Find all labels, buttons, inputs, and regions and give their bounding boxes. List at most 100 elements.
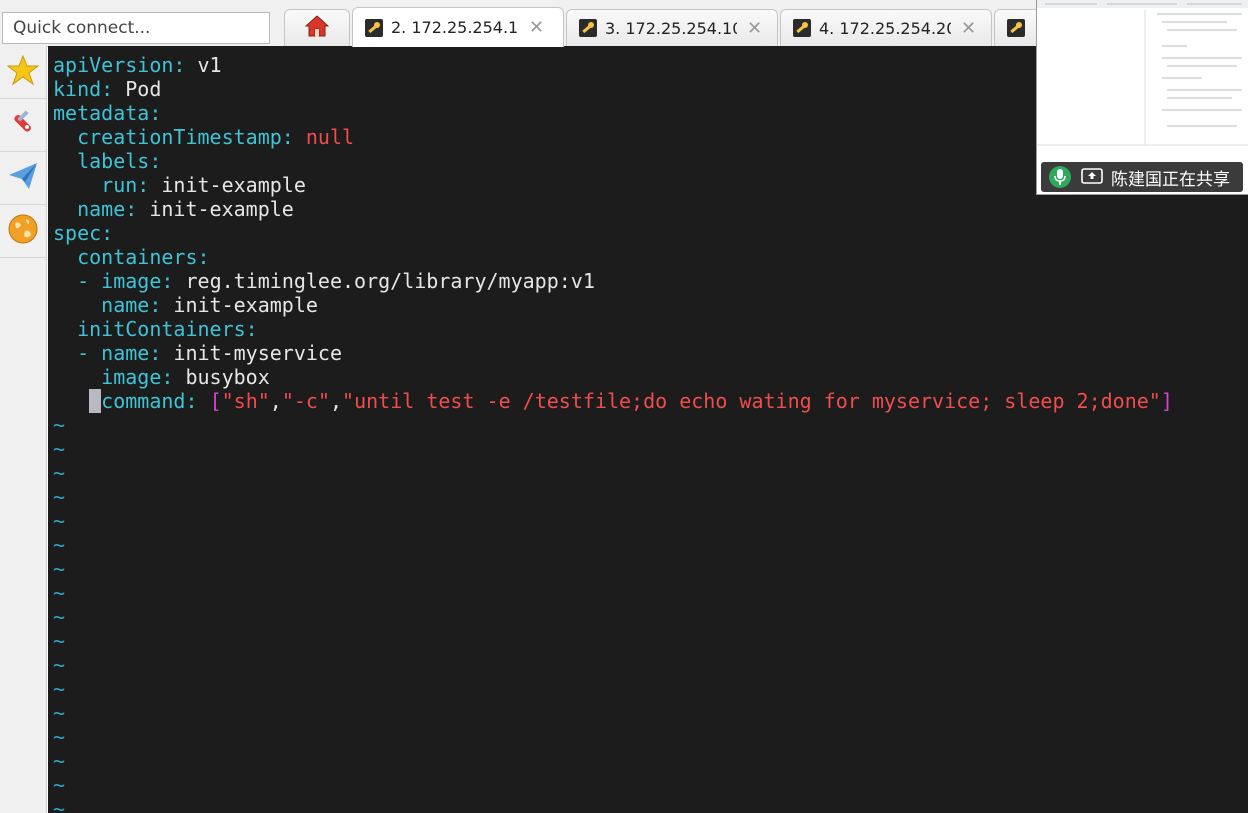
- text-cursor: [89, 389, 102, 413]
- code-token: busybox: [185, 365, 270, 389]
- tab-label: 2. 172.25.254.100: [391, 18, 519, 37]
- code-token: init-example: [161, 173, 306, 197]
- code-token: "until test -e /testfile;do echo wating …: [342, 389, 1161, 413]
- left-toolbar: [0, 46, 47, 813]
- code-token: image: [101, 269, 162, 293]
- empty-line-tilde: ~: [53, 677, 66, 701]
- microphone-icon[interactable]: [1049, 166, 1071, 188]
- code-token: name: [101, 341, 150, 365]
- code-token: run: [53, 173, 138, 197]
- code-token: name: [53, 293, 150, 317]
- code-line: containers:: [53, 245, 210, 269]
- code-token: spec: [53, 221, 102, 245]
- send-button[interactable]: [0, 152, 46, 205]
- code-token: ]: [1160, 389, 1173, 413]
- vim-buffer: apiVersion: v1 kind: Pod metadata: creat…: [53, 53, 1173, 813]
- code-line: kind: Pod: [53, 77, 161, 101]
- empty-line-tilde: ~: [53, 605, 66, 629]
- key-icon: [579, 19, 597, 37]
- empty-line-tilde: ~: [53, 437, 66, 461]
- code-token: init-myservice: [173, 341, 343, 365]
- close-icon[interactable]: ✕: [747, 18, 762, 39]
- code-token: ,: [330, 389, 343, 413]
- code-token: :: [197, 245, 210, 269]
- code-line: creationTimestamp: null: [53, 125, 354, 149]
- empty-line-tilde: ~: [53, 509, 66, 533]
- code-token: apiVersion: [53, 53, 174, 77]
- knife-icon: [7, 107, 39, 143]
- paper-plane-icon: [7, 160, 39, 196]
- code-token: labels: [53, 149, 150, 173]
- empty-line-tilde: ~: [53, 653, 66, 677]
- share-status-bar: 陈建国正在共享: [1041, 162, 1243, 192]
- code-token: "sh": [221, 389, 270, 413]
- code-token: Pod: [125, 77, 162, 101]
- tab-home[interactable]: [284, 9, 350, 46]
- code-token: :: [137, 173, 162, 197]
- shared-screen-thumbnail: [1037, 0, 1248, 160]
- empty-line-tilde: ~: [53, 701, 66, 725]
- code-token: :: [101, 221, 114, 245]
- star-icon: [6, 54, 40, 90]
- code-token: :: [281, 125, 306, 149]
- code-line: - image: reg.timinglee.org/library/myapp…: [53, 269, 595, 293]
- code-line: apiVersion: v1: [53, 53, 222, 77]
- empty-line-tilde: ~: [53, 413, 66, 437]
- quick-connect-input[interactable]: [2, 12, 270, 44]
- empty-line-tilde: ~: [53, 581, 66, 605]
- empty-line-tilde: ~: [53, 485, 66, 509]
- screen-share-icon[interactable]: [1081, 168, 1103, 186]
- screen-share-preview[interactable]: 陈建国正在共享: [1036, 0, 1248, 195]
- code-line: spec:: [53, 221, 113, 245]
- code-token: [: [209, 389, 222, 413]
- code-token: initContainers: [53, 317, 246, 341]
- empty-line-tilde: ~: [53, 629, 66, 653]
- empty-line-tilde: ~: [53, 533, 66, 557]
- code-token: name: [53, 197, 126, 221]
- code-line: metadata:: [53, 101, 161, 125]
- code-token: metadata: [53, 101, 150, 125]
- globe-icon: [7, 213, 39, 249]
- code-token: v1: [197, 53, 222, 77]
- code-token: :: [149, 293, 174, 317]
- empty-line-tilde: ~: [53, 749, 66, 773]
- code-line: name: init-example: [53, 197, 294, 221]
- close-icon[interactable]: ✕: [529, 17, 544, 38]
- globe-button[interactable]: [0, 205, 46, 258]
- code-line: command: ["sh","-c","until test -e /test…: [53, 389, 1173, 413]
- code-token: :: [161, 269, 186, 293]
- tools-button[interactable]: [0, 99, 46, 152]
- favorites-button[interactable]: [0, 46, 46, 99]
- code-token: :: [149, 341, 174, 365]
- code-token: :: [149, 149, 162, 173]
- empty-line-tilde: ~: [53, 797, 66, 813]
- tab-session-4[interactable]: 4. 172.25.254.20 (r ✕: [780, 9, 992, 46]
- tab-session-2[interactable]: 2. 172.25.254.100 ✕: [352, 7, 564, 47]
- code-token: reg.timinglee.org/library/myapp:v1: [185, 269, 595, 293]
- code-token: init-example: [173, 293, 318, 317]
- key-icon: [1007, 19, 1025, 37]
- code-token: :: [161, 365, 186, 389]
- code-token: -: [53, 269, 102, 293]
- tab-label: 4. 172.25.254.20 (r: [819, 18, 951, 38]
- code-token: kind: [53, 77, 102, 101]
- code-token: creationTimestamp: [53, 125, 282, 149]
- key-icon: [793, 19, 811, 37]
- code-token: init-example: [149, 197, 294, 221]
- close-icon[interactable]: ✕: [961, 18, 976, 39]
- code-token: -: [53, 341, 102, 365]
- code-token: :: [173, 53, 198, 77]
- code-token: containers: [53, 245, 198, 269]
- home-icon: [304, 15, 330, 41]
- code-token: :: [149, 101, 162, 125]
- code-token: image: [53, 365, 162, 389]
- code-token: command: [101, 389, 186, 413]
- code-line: labels:: [53, 149, 161, 173]
- code-line: initContainers:: [53, 317, 258, 341]
- tab-session-3[interactable]: 3. 172.25.254.10 (r ✕: [566, 9, 778, 46]
- empty-line-tilde: ~: [53, 725, 66, 749]
- key-icon: [365, 18, 383, 37]
- empty-line-tilde: ~: [53, 773, 66, 797]
- code-token: :: [185, 389, 210, 413]
- code-token: :: [245, 317, 258, 341]
